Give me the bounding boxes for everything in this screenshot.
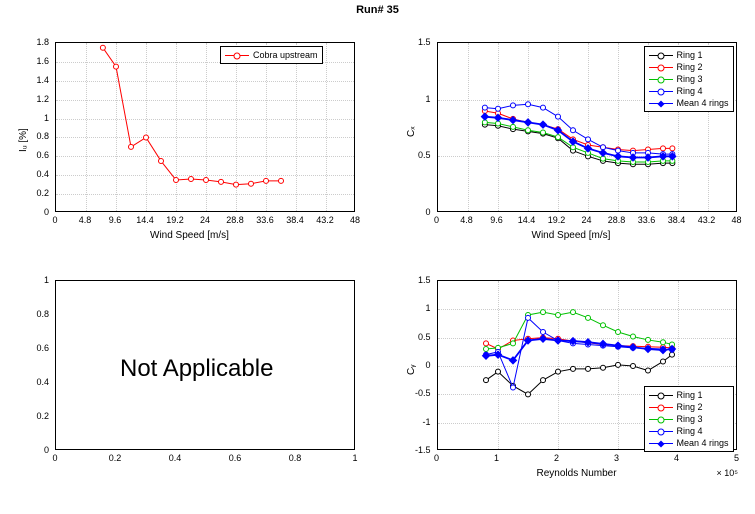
ylabel-tl: Iᵤ [%] — [18, 128, 29, 152]
legend-item-mean: Mean 4 rings — [677, 98, 729, 108]
chart-not-applicable: Not Applicable 00.20.40.60.8100.20.40.60… — [0, 270, 374, 500]
chart-turbulence-intensity: Iᵤ [%] Wind Speed [m/s] Cobra upstream 0… — [0, 32, 374, 262]
legend-item-ring3: Ring 3 — [677, 74, 703, 84]
legend-item-mean-b: Mean 4 rings — [677, 438, 729, 448]
page-title: Run# 35 — [0, 4, 755, 16]
legend-item-ring2-b: Ring 2 — [677, 402, 703, 412]
chart-cy: Cᵧ Reynolds Number × 10⁵ Ring 1 Ring 2 R… — [382, 270, 755, 500]
legend-item-ring1-b: Ring 1 — [677, 390, 703, 400]
legend-item-ring3-b: Ring 3 — [677, 414, 703, 424]
x-exponent-br: × 10⁵ — [717, 468, 739, 478]
legend-item-ring1: Ring 1 — [677, 50, 703, 60]
chart-cx: Cₓ Wind Speed [m/s] Ring 1 Ring 2 Ring 3… — [382, 32, 755, 262]
legend-tl: Cobra upstream — [220, 46, 323, 64]
legend-tr: Ring 1 Ring 2 Ring 3 Ring 4 Mean 4 rings — [644, 46, 734, 112]
legend-br: Ring 1 Ring 2 Ring 3 Ring 4 Mean 4 rings — [644, 386, 734, 452]
legend-item-ring4-b: Ring 4 — [677, 426, 703, 436]
ylabel-br: Cᵧ — [406, 365, 417, 375]
not-applicable-text: Not Applicable — [120, 355, 273, 383]
legend-item-ring4: Ring 4 — [677, 86, 703, 96]
legend-item-ring2: Ring 2 — [677, 62, 703, 72]
xlabel-tl: Wind Speed [m/s] — [150, 230, 229, 241]
legend-item-cobra: Cobra upstream — [253, 50, 318, 60]
xlabel-tr: Wind Speed [m/s] — [532, 230, 611, 241]
xlabel-br: Reynolds Number — [537, 468, 617, 479]
ylabel-tr: Cₓ — [406, 126, 417, 137]
